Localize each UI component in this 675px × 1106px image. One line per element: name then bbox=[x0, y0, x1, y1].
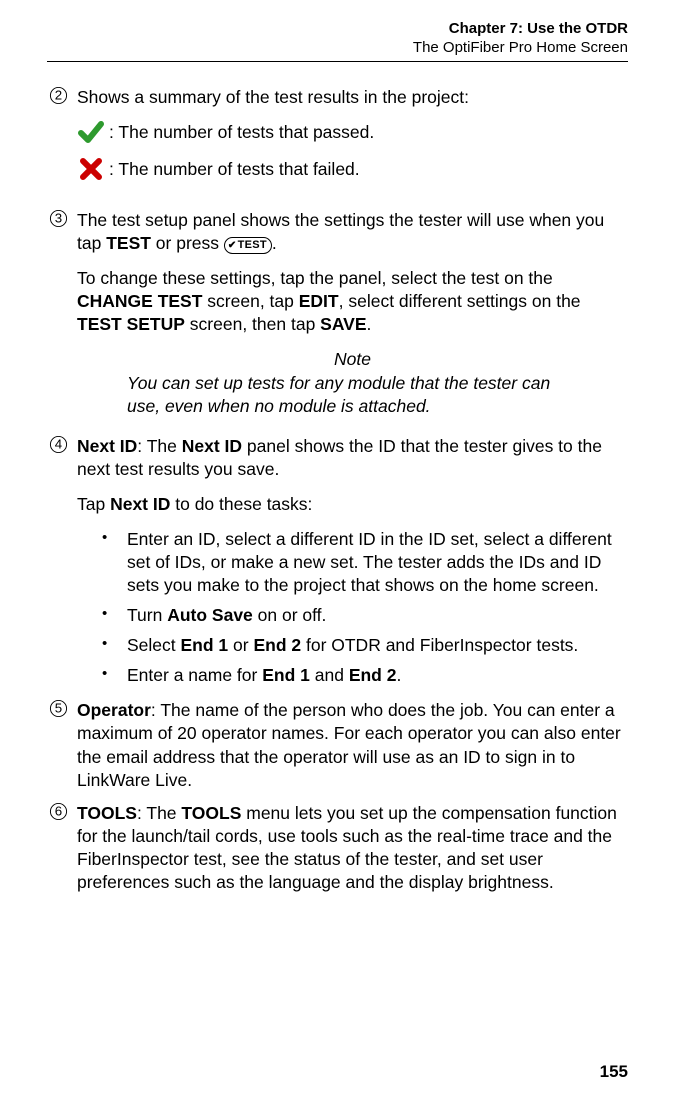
callout-5-text: Operator: The name of the person who doe… bbox=[77, 699, 628, 791]
callout-3: 3 The test setup panel shows the setting… bbox=[47, 209, 628, 433]
page-content: 2 Shows a summary of the test results in… bbox=[47, 86, 628, 1063]
callout-4-bullets: Enter an ID, select a different ID in th… bbox=[99, 528, 628, 688]
callout-2: 2 Shows a summary of the test results in… bbox=[47, 86, 628, 195]
pass-legend: : The number of tests that passed. bbox=[77, 121, 628, 144]
callout-6: 6 TOOLS: The TOOLS menu lets you set up … bbox=[47, 802, 628, 894]
chapter-title: Chapter 7: Use the OTDR bbox=[47, 20, 628, 39]
list-item: Turn Auto Save on or off. bbox=[99, 604, 628, 627]
fail-legend-text: : The number of tests that failed. bbox=[109, 158, 360, 181]
page-header: Chapter 7: Use the OTDR The OptiFiber Pr… bbox=[47, 20, 628, 58]
svg-text:4: 4 bbox=[54, 436, 61, 451]
svg-text:3: 3 bbox=[54, 210, 61, 225]
list-item: Enter a name for End 1 and End 2. bbox=[99, 664, 628, 687]
callout-4: 4 Next ID: The Next ID panel shows the I… bbox=[47, 435, 628, 698]
callout-marker-5: 5 bbox=[47, 699, 69, 718]
header-rule bbox=[47, 61, 628, 62]
callout-2-text: Shows a summary of the test results in t… bbox=[77, 86, 628, 109]
callout-marker-3: 3 bbox=[47, 209, 69, 228]
document-page: Chapter 7: Use the OTDR The OptiFiber Pr… bbox=[0, 0, 675, 1106]
x-icon bbox=[77, 158, 105, 180]
note-body: You can set up tests for any module that… bbox=[127, 372, 584, 418]
callout-marker-6: 6 bbox=[47, 802, 69, 821]
fail-legend: : The number of tests that failed. bbox=[77, 158, 628, 181]
svg-text:6: 6 bbox=[54, 803, 61, 818]
check-icon bbox=[77, 121, 105, 143]
list-item: Enter an ID, select a different ID in th… bbox=[99, 528, 628, 597]
callout-marker-2: 2 bbox=[47, 86, 69, 105]
callout-3-para-2: To change these settings, tap the panel,… bbox=[77, 267, 628, 336]
callout-3-para-1: The test setup panel shows the settings … bbox=[77, 209, 628, 255]
svg-text:5: 5 bbox=[54, 701, 61, 716]
callout-4-para-2: Tap Next ID to do these tasks: bbox=[77, 493, 628, 516]
note-heading: Note bbox=[77, 348, 628, 371]
list-item: Select End 1 or End 2 for OTDR and Fiber… bbox=[99, 634, 628, 657]
callout-6-text: TOOLS: The TOOLS menu lets you set up th… bbox=[77, 802, 628, 894]
callout-5: 5 Operator: The name of the person who d… bbox=[47, 699, 628, 791]
callout-marker-4: 4 bbox=[47, 435, 69, 454]
test-key-icon: ✔TEST bbox=[224, 237, 272, 254]
section-title: The OptiFiber Pro Home Screen bbox=[47, 39, 628, 58]
svg-text:2: 2 bbox=[54, 87, 61, 102]
page-number: 155 bbox=[47, 1062, 628, 1088]
callout-4-para-1: Next ID: The Next ID panel shows the ID … bbox=[77, 435, 628, 481]
pass-legend-text: : The number of tests that passed. bbox=[109, 121, 374, 144]
